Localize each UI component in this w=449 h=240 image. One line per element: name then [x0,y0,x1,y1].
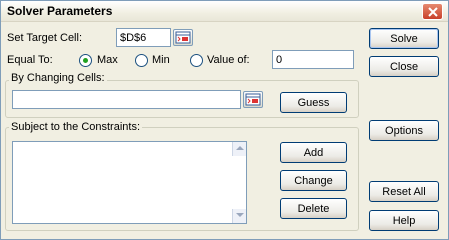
constraints-label: Subject to the Constraints: [9,121,143,133]
scroll-down-icon [236,213,244,217]
min-radio-label: Min [152,54,170,66]
set-target-cell-label: Set Target Cell: [7,32,83,44]
delete-button-label: Delete [297,202,330,215]
scroll-down-button[interactable] [232,209,246,223]
reset-all-button[interactable]: Reset All [369,181,439,202]
selected-dot [83,58,88,63]
max-radio-label: Max [97,54,118,66]
title-bar: Solver Parameters [1,1,448,22]
min-radio[interactable] [135,54,148,67]
scroll-up-icon [236,146,244,150]
delete-constraint-button[interactable]: Delete [280,198,347,219]
add-constraint-button[interactable]: Add [280,142,347,163]
close-button-label: Close [389,60,419,73]
target-collapse-button[interactable] [173,29,193,46]
guess-button[interactable]: Guess [280,92,347,113]
value-of-radio[interactable] [190,54,203,67]
changing-cells-label: By Changing Cells: [9,72,107,84]
options-button[interactable]: Options [369,120,439,141]
changing-cells-input[interactable] [12,90,241,109]
reset-all-button-label: Reset All [382,185,426,198]
scroll-up-button[interactable] [232,142,246,156]
value-of-input[interactable] [272,50,354,69]
dialog-title: Solver Parameters [7,4,113,18]
close-window-button[interactable] [422,3,443,20]
add-button-label: Add [303,146,324,159]
close-button[interactable]: Close [369,56,439,77]
options-button-label: Options [385,124,423,137]
help-button[interactable]: Help [369,210,439,231]
range-select-icon [245,93,261,106]
changing-cells-collapse-button[interactable] [243,91,263,108]
constraints-list[interactable] [12,141,247,224]
guess-button-label: Guess [297,96,330,109]
equal-to-label: Equal To: [7,54,53,66]
change-constraint-button[interactable]: Change [280,170,347,191]
close-icon [427,6,438,17]
solve-button[interactable]: Solve [369,28,439,49]
solver-parameters-dialog: Solver Parameters Set Target Cell: Equal… [0,0,449,240]
max-radio[interactable] [79,54,92,67]
range-select-icon [175,31,191,44]
change-button-label: Change [294,174,333,187]
help-button-label: Help [392,214,416,227]
target-cell-input[interactable] [116,28,171,47]
value-of-radio-label: Value of: [207,54,250,66]
solve-button-label: Solve [390,32,418,45]
